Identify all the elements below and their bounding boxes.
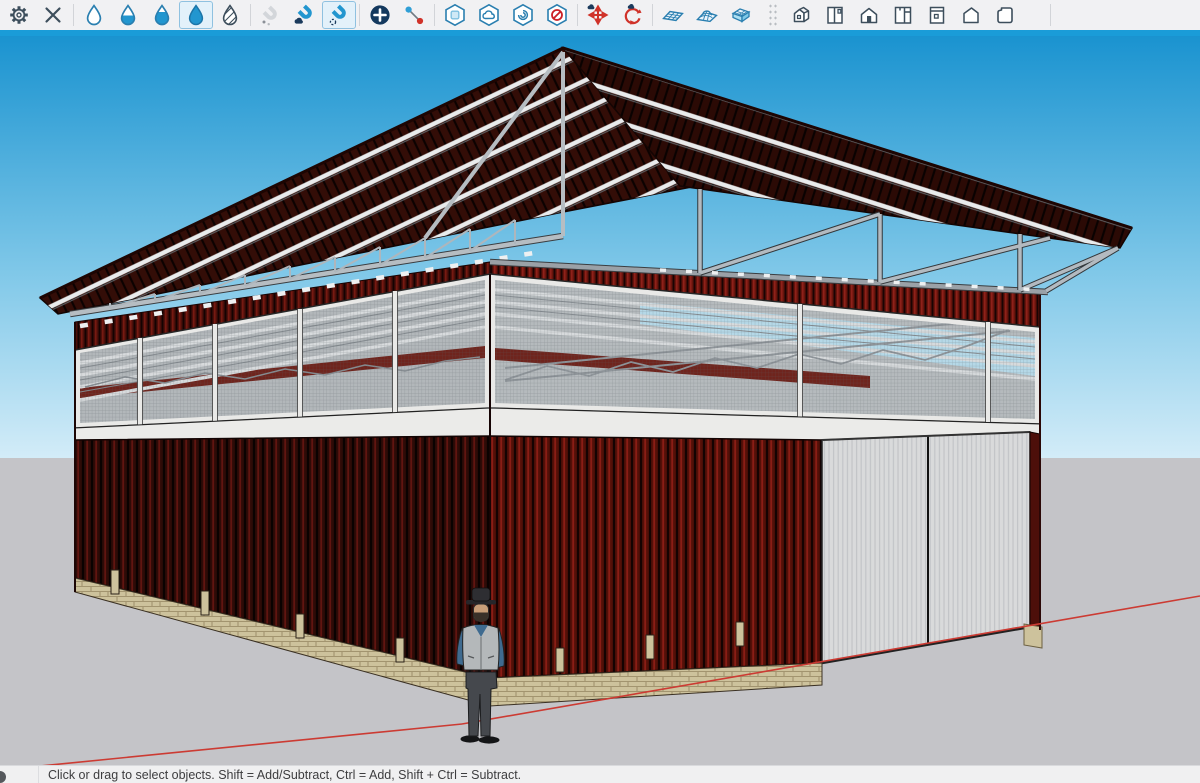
gear-icon bbox=[7, 3, 31, 27]
hexagon-cloud-icon bbox=[477, 3, 501, 27]
toolbar bbox=[0, 0, 1200, 30]
terrain-slope-icon bbox=[729, 3, 753, 27]
status-bar: Click or drag to select objects. Shift =… bbox=[0, 765, 1200, 783]
house-outline-icon bbox=[959, 3, 983, 27]
add-point-button[interactable] bbox=[363, 1, 397, 29]
terrain-slope-button[interactable] bbox=[724, 1, 758, 29]
toolbar-drag-grip[interactable] bbox=[768, 3, 778, 27]
terrain-dome-icon bbox=[695, 3, 719, 27]
magnet-off-button[interactable] bbox=[254, 1, 288, 29]
component-housedoor-button[interactable] bbox=[852, 1, 886, 29]
terrain-dome-button[interactable] bbox=[690, 1, 724, 29]
toolbar-separator bbox=[73, 4, 74, 26]
house-door-icon bbox=[857, 3, 881, 27]
toolbar-separator bbox=[359, 4, 360, 26]
3d-viewport[interactable] bbox=[0, 36, 1200, 765]
paint-empty-button[interactable] bbox=[77, 1, 111, 29]
statusbar-divider bbox=[38, 766, 39, 783]
component-house3d-button[interactable] bbox=[784, 1, 818, 29]
sliding-doors[interactable] bbox=[822, 432, 1030, 663]
paint-full-button[interactable] bbox=[179, 1, 213, 29]
terrain-flat-button[interactable] bbox=[656, 1, 690, 29]
rotate-arrows-icon bbox=[620, 3, 644, 27]
edge-endpoints-button[interactable] bbox=[397, 1, 431, 29]
magnet-disabled-icon bbox=[259, 3, 283, 27]
component-slab-button[interactable] bbox=[988, 1, 1022, 29]
component-window-button[interactable] bbox=[886, 1, 920, 29]
toolbar-separator bbox=[250, 4, 251, 26]
move-arrows-icon bbox=[586, 3, 610, 27]
solid-swirl-button[interactable] bbox=[506, 1, 540, 29]
toolbar-separator bbox=[577, 4, 578, 26]
paint-hatched-button[interactable] bbox=[213, 1, 247, 29]
close-button[interactable] bbox=[36, 1, 70, 29]
edge-endpoints-icon bbox=[402, 3, 426, 27]
droplet-outline-icon bbox=[82, 3, 106, 27]
component-door-button[interactable] bbox=[818, 1, 852, 29]
droplet-hatched-icon bbox=[218, 3, 242, 27]
wall-right[interactable] bbox=[490, 436, 822, 678]
toolbar-separator bbox=[652, 4, 653, 26]
help-icon[interactable] bbox=[0, 771, 6, 783]
droplet-full-icon bbox=[184, 3, 208, 27]
component-houseoutline-button[interactable] bbox=[954, 1, 988, 29]
component-cabinet-button[interactable] bbox=[920, 1, 954, 29]
magnet-cloud-icon bbox=[293, 3, 317, 27]
terrain-flat-icon bbox=[661, 3, 685, 27]
rotate-stamp-button[interactable] bbox=[615, 1, 649, 29]
magnet-selected-icon bbox=[327, 3, 351, 27]
cabinet-box-icon bbox=[925, 3, 949, 27]
solid-deny-button[interactable] bbox=[540, 1, 574, 29]
settings-button[interactable] bbox=[2, 1, 36, 29]
paint-most-button[interactable] bbox=[145, 1, 179, 29]
solid-box-button[interactable] bbox=[438, 1, 472, 29]
app-window: Click or drag to select objects. Shift =… bbox=[0, 0, 1200, 783]
add-circle-icon bbox=[368, 3, 392, 27]
move-stamp-button[interactable] bbox=[581, 1, 615, 29]
window-split-icon bbox=[891, 3, 915, 27]
toolbar-separator bbox=[434, 4, 435, 26]
solid-cloud-button[interactable] bbox=[472, 1, 506, 29]
hexagon-deny-icon bbox=[545, 3, 569, 27]
magnet-select-button[interactable] bbox=[322, 1, 356, 29]
hexagon-swirl-icon bbox=[511, 3, 535, 27]
close-icon bbox=[41, 3, 65, 27]
droplet-half-icon bbox=[116, 3, 140, 27]
slab-shape-icon bbox=[993, 3, 1017, 27]
magnet-cloud-button[interactable] bbox=[288, 1, 322, 29]
paint-half-button[interactable] bbox=[111, 1, 145, 29]
droplet-threequarter-icon bbox=[150, 3, 174, 27]
door-panel-icon bbox=[823, 3, 847, 27]
hexagon-box-icon bbox=[443, 3, 467, 27]
house-3d-icon bbox=[789, 3, 813, 27]
wall-right-endstrip[interactable] bbox=[1030, 432, 1040, 630]
status-hint-text: Click or drag to select objects. Shift =… bbox=[48, 768, 521, 782]
toolbar-separator bbox=[1050, 4, 1051, 26]
